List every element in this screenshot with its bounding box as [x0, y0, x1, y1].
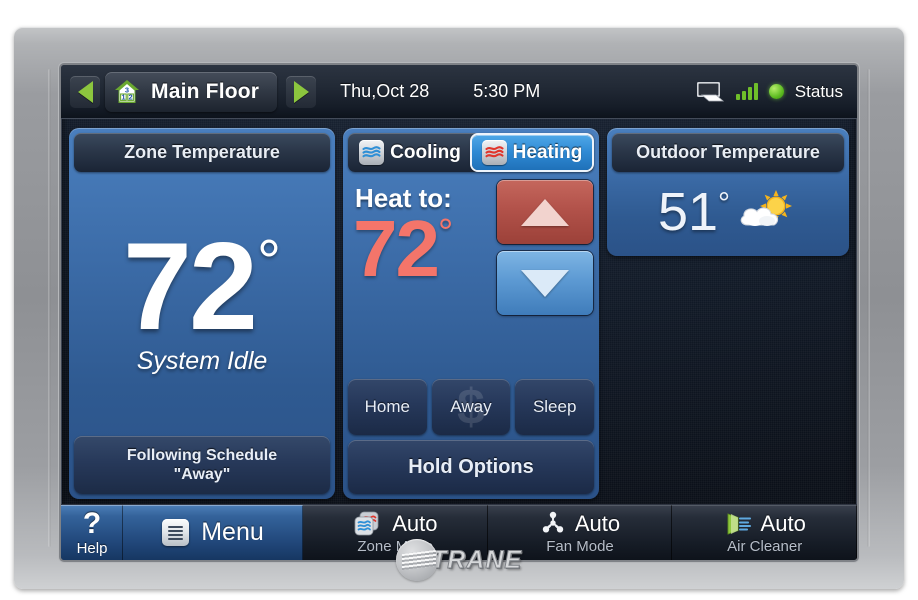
outdoor-temperature-degree: °: [718, 186, 731, 220]
air-cleaner-filter-icon: [727, 512, 751, 535]
trane-emblem-icon: [395, 539, 438, 581]
status-cluster[interactable]: Status: [695, 80, 843, 104]
preset-home-label: Home: [364, 397, 411, 416]
chevron-right-icon: [293, 80, 309, 103]
outdoor-temperature-header: Outdoor Temperature: [612, 133, 844, 172]
menu-list-icon: [162, 519, 190, 546]
tab-heating[interactable]: Heating: [472, 135, 592, 170]
svg-text:1: 1: [121, 92, 125, 101]
decrease-setpoint-button[interactable]: [497, 251, 593, 315]
zone-mode-waves-icon: [354, 511, 379, 535]
touchscreen-display: 3 1 2 Main Floor Thu,Oct 28 5:30 PM Stat…: [61, 65, 857, 560]
setpoint-stepper: [497, 179, 593, 379]
zone-name-label: Main Floor: [151, 79, 260, 103]
preset-away-button[interactable]: $ Away: [431, 379, 511, 435]
chevron-left-icon: [77, 80, 93, 103]
time-label: 5:30 PM: [473, 81, 541, 101]
zone-temperature-value: 72: [123, 218, 258, 357]
question-mark-icon: ?: [82, 506, 102, 540]
preset-home-button[interactable]: Home: [348, 379, 427, 435]
menu-button[interactable]: Menu: [123, 505, 303, 560]
main-content: Zone Temperature 72 ° System Idle Follow…: [61, 119, 857, 504]
outdoor-temperature-value: 51: [657, 181, 719, 242]
preset-sleep-label: Sleep: [532, 397, 577, 416]
zone-temperature-panel[interactable]: Zone Temperature 72 ° System Idle Follow…: [69, 128, 335, 499]
preset-away-label: Away: [450, 397, 492, 416]
thermostat-device: 3 1 2 Main Floor Thu,Oct 28 5:30 PM Stat…: [14, 27, 904, 589]
setpoint-controls: Heat to: 72 °: [343, 172, 599, 379]
display-screen-icon: [696, 81, 724, 101]
help-label: Help: [76, 539, 108, 557]
brand-logo: TRANE: [395, 539, 523, 581]
outdoor-temperature-title: Outdoor Temperature: [636, 142, 820, 162]
status-label: Status: [794, 81, 843, 101]
hold-options-label: Hold Options: [408, 455, 534, 478]
menu-label: Menu: [201, 518, 264, 546]
date-label: Thu,Oct 28: [340, 81, 430, 101]
outdoor-temperature-readout: 51 °: [607, 172, 849, 256]
zone-temperature-degree: °: [256, 228, 281, 296]
zone-temperature-header: Zone Temperature: [74, 133, 330, 172]
next-zone-button[interactable]: [286, 75, 317, 108]
right-column: Outdoor Temperature 51 °: [607, 128, 849, 499]
system-state-label: System Idle: [136, 346, 268, 375]
fan-mode-label: Fan Mode: [546, 537, 614, 555]
setpoint-degree: °: [437, 212, 454, 254]
tab-heating-label: Heating: [512, 141, 583, 163]
heating-waves-icon: [481, 140, 507, 165]
schedule-line-2: "Away": [173, 465, 231, 483]
setpoint-value: 72: [353, 204, 440, 293]
following-schedule-button[interactable]: Following Schedule "Away": [74, 436, 330, 494]
arrow-down-icon: [521, 269, 569, 297]
fan-mode-value: Auto: [574, 510, 621, 536]
help-button[interactable]: ? Help: [61, 505, 123, 560]
setpoint-readout: Heat to: 72 °: [351, 179, 497, 379]
house-zones-icon: 3 1 2: [115, 79, 139, 103]
hold-options-button[interactable]: Hold Options: [348, 440, 594, 494]
previous-zone-button[interactable]: [70, 75, 100, 108]
setpoint-panel: Cooling Heating Heat to: 72 ° Home $ Awa…: [343, 128, 599, 499]
signal-bars-icon: [735, 83, 758, 100]
brand-name: TRANE: [430, 545, 523, 574]
partly-cloudy-icon: [736, 189, 798, 235]
zone-temperature-title: Zone Temperature: [124, 142, 280, 162]
zone-mode-value: Auto: [392, 510, 438, 536]
air-cleaner-label: Air Cleaner: [727, 537, 803, 555]
schedule-line-1: Following Schedule: [126, 446, 278, 464]
air-cleaner-value: Auto: [760, 510, 806, 536]
status-indicator-dot: [768, 84, 784, 99]
mode-tab-group: Cooling Heating: [348, 133, 594, 172]
preset-sleep-button[interactable]: Sleep: [515, 379, 595, 435]
fan-blades-icon: [542, 511, 564, 532]
tab-cooling[interactable]: Cooling: [350, 135, 470, 170]
zone-selector[interactable]: 3 1 2 Main Floor: [105, 71, 278, 112]
zone-temperature-readout: 72 ° System Idle: [69, 172, 335, 436]
air-cleaner-button[interactable]: Auto Air Cleaner: [672, 505, 857, 560]
date-time-group: Thu,Oct 28 5:30 PM: [340, 81, 540, 102]
outdoor-temperature-panel[interactable]: Outdoor Temperature 51 °: [607, 128, 849, 256]
increase-setpoint-button[interactable]: [497, 180, 593, 244]
tab-cooling-label: Cooling: [390, 141, 461, 163]
cooling-waves-icon: [359, 140, 385, 165]
status-bar: 3 1 2 Main Floor Thu,Oct 28 5:30 PM Stat…: [61, 65, 857, 119]
arrow-up-icon: [521, 198, 569, 226]
svg-text:2: 2: [129, 92, 133, 101]
preset-button-group: Home $ Away Sleep: [348, 379, 595, 435]
